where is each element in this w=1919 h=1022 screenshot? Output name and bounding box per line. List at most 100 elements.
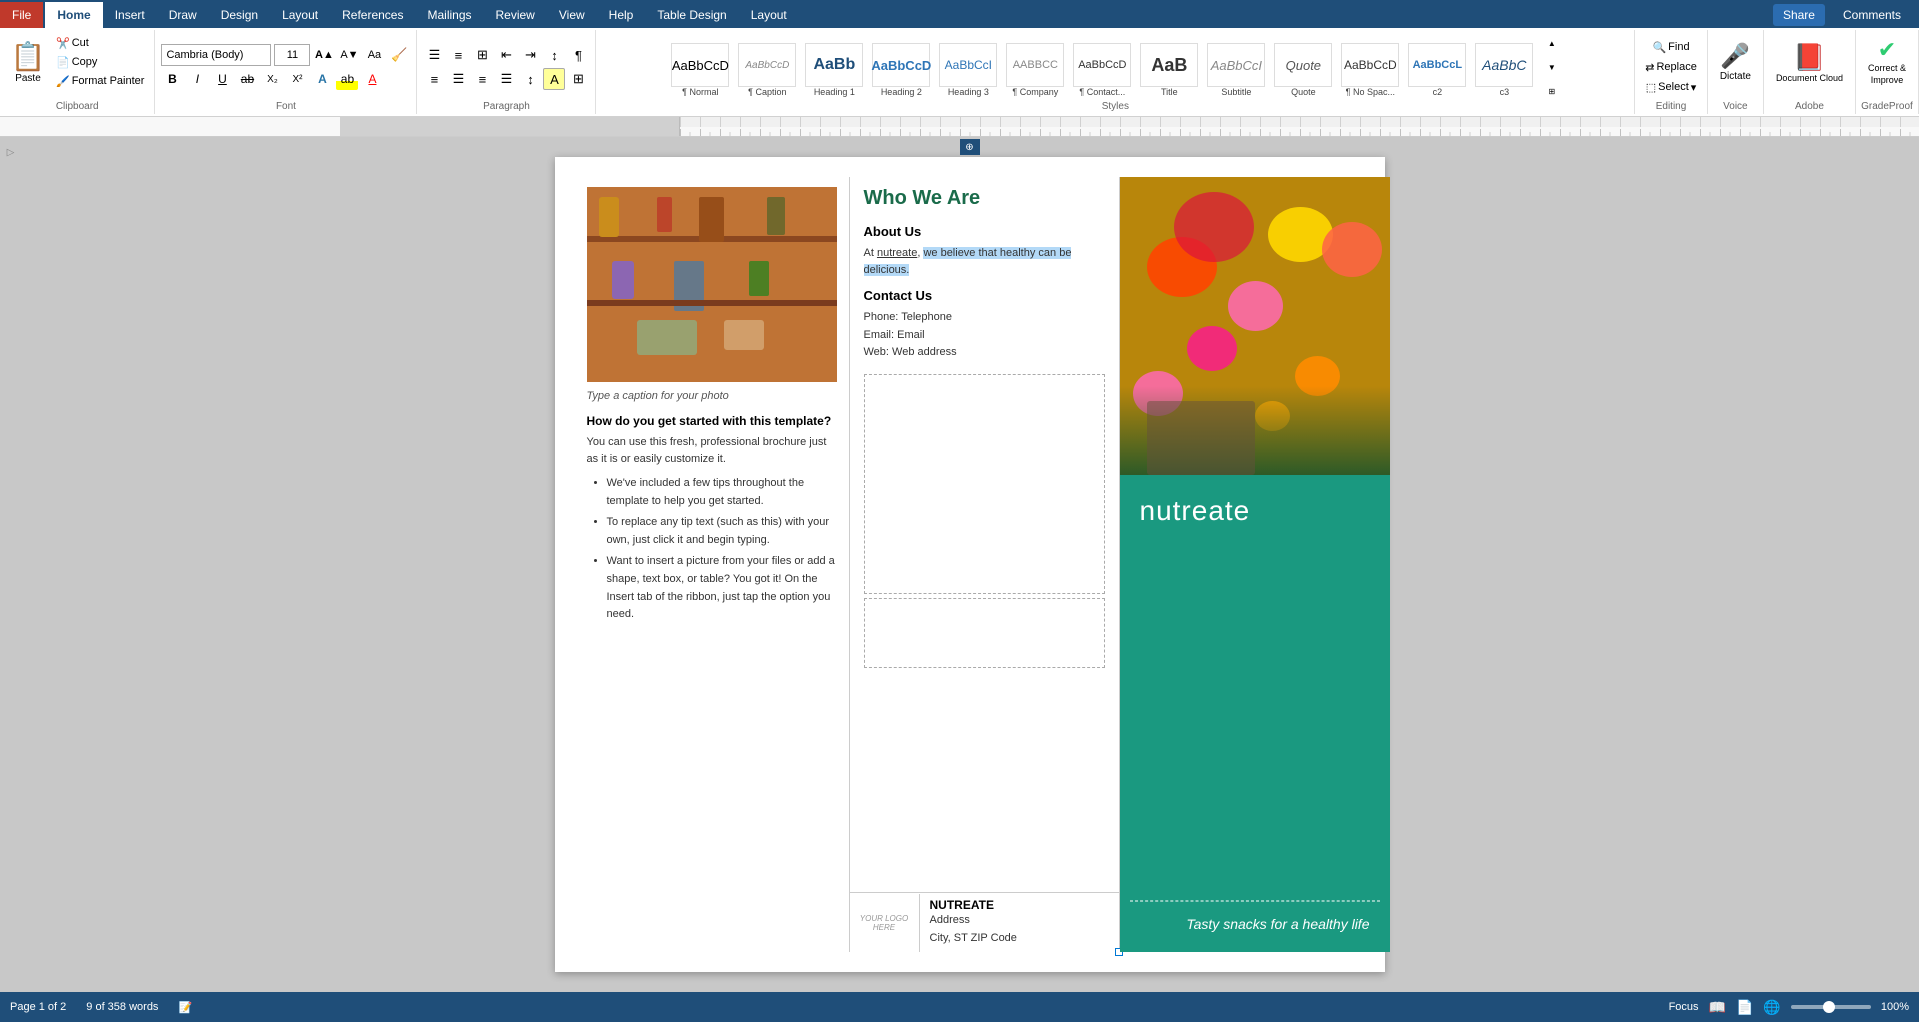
tab-help[interactable]: Help xyxy=(597,2,646,28)
photo-placeholder[interactable] xyxy=(587,187,837,382)
dictate-button[interactable]: 🎤 Dictate xyxy=(1714,32,1757,92)
bold-button[interactable]: B xyxy=(161,68,183,90)
align-right-button[interactable]: ≡ xyxy=(471,68,493,90)
tab-view[interactable]: View xyxy=(547,2,597,28)
style-caption[interactable]: AaBbCcD ¶ Caption xyxy=(735,34,800,100)
align-center-button[interactable]: ☰ xyxy=(447,68,469,90)
styles-scroll-down-button[interactable]: ▼ xyxy=(1541,56,1563,78)
style-heading1[interactable]: AaBb Heading 1 xyxy=(802,34,867,100)
font-size-decrease-button[interactable]: A▼ xyxy=(338,44,360,66)
contact-phone[interactable]: Phone: Telephone xyxy=(864,309,1105,327)
font-size-increase-button[interactable]: A▲ xyxy=(313,44,335,66)
style-c2[interactable]: AaBbCcL c2 xyxy=(1405,34,1470,100)
tab-file[interactable]: File xyxy=(0,2,43,28)
style-subtitle[interactable]: AaBbCcI Subtitle xyxy=(1204,34,1269,100)
superscript-button[interactable]: X² xyxy=(286,68,308,90)
tab-references[interactable]: References xyxy=(330,2,415,28)
borders-button[interactable]: ⊞ xyxy=(567,68,589,90)
replace-button[interactable]: ⇄ Replace xyxy=(1641,59,1701,76)
tab-review[interactable]: Review xyxy=(484,2,547,28)
style-c3[interactable]: AaBbC c3 xyxy=(1472,34,1537,100)
multilevel-list-button[interactable]: ⊞ xyxy=(471,44,493,66)
highlight-color-button[interactable]: ab xyxy=(336,68,358,90)
view-mode-print[interactable]: 📄 xyxy=(1736,999,1753,1016)
who-we-are-heading[interactable]: Who We Are xyxy=(864,187,1105,210)
tab-design[interactable]: Design xyxy=(209,2,270,28)
spell-check-icon[interactable]: 📝 xyxy=(178,1001,192,1014)
document-cloud-button[interactable]: 📕 Document Cloud xyxy=(1770,32,1849,92)
font-size-selector[interactable] xyxy=(274,44,310,66)
styles-scroll-up-button[interactable]: ▲ xyxy=(1541,32,1563,54)
zoom-slider[interactable] xyxy=(1791,1005,1871,1009)
sort-button[interactable]: ↕ xyxy=(543,44,565,66)
text-effects-button[interactable]: A xyxy=(311,68,333,90)
bullet-item-3[interactable]: Want to insert a picture from your files… xyxy=(607,553,837,623)
style-quote[interactable]: Quote Quote xyxy=(1271,34,1336,100)
correct-improve-button[interactable]: ✔ Correct & Improve xyxy=(1862,32,1912,92)
zoom-level[interactable]: 100% xyxy=(1881,1001,1909,1013)
comments-button[interactable]: Comments xyxy=(1835,4,1909,26)
justify-button[interactable]: ☰ xyxy=(495,68,517,90)
styles-more-button[interactable]: ⊞ xyxy=(1541,80,1563,102)
bullet-item-2[interactable]: To replace any tip text (such as this) w… xyxy=(607,514,837,549)
style-company[interactable]: AABBCC ¶ Company xyxy=(1003,34,1068,100)
tab-draw[interactable]: Draw xyxy=(157,2,209,28)
photo-caption[interactable]: Type a caption for your photo xyxy=(587,390,837,402)
tab-layout[interactable]: Layout xyxy=(270,2,330,28)
brand-tagline[interactable]: Tasty snacks for a healthy life xyxy=(1140,916,1370,932)
line-spacing-button[interactable]: ↕ xyxy=(519,68,541,90)
decrease-indent-button[interactable]: ⇤ xyxy=(495,44,517,66)
strikethrough-button[interactable]: ab xyxy=(236,68,258,90)
find-button[interactable]: 🔍 Find xyxy=(1648,39,1693,56)
font-color-button[interactable]: A xyxy=(361,68,383,90)
align-left-button[interactable]: ≡ xyxy=(423,68,445,90)
template-question[interactable]: How do you get started with this templat… xyxy=(587,414,837,428)
tab-insert[interactable]: Insert xyxy=(103,2,157,28)
show-formatting-button[interactable]: ¶ xyxy=(567,44,589,66)
select-button[interactable]: ⬚ Select ▾ xyxy=(1642,79,1701,96)
underline-button[interactable]: U xyxy=(211,68,233,90)
focus-button[interactable]: Focus xyxy=(1669,1001,1699,1013)
bullets-button[interactable]: ☰ xyxy=(423,44,445,66)
numbering-button[interactable]: ≡ xyxy=(447,44,469,66)
style-title[interactable]: AaB Title xyxy=(1137,34,1202,100)
bullet-item-1[interactable]: We've included a few tips throughout the… xyxy=(607,475,837,510)
cut-icon: ✂️ xyxy=(56,37,70,50)
format-painter-button[interactable]: 🖌️ Format Painter xyxy=(52,73,148,90)
about-us-heading[interactable]: About Us xyxy=(864,224,1105,239)
contact-web[interactable]: Web: Web address xyxy=(864,344,1105,362)
tab-mailings[interactable]: Mailings xyxy=(415,2,483,28)
font-family-selector[interactable] xyxy=(161,44,271,66)
style-heading3[interactable]: AaBbCcI Heading 3 xyxy=(936,34,1001,100)
increase-indent-button[interactable]: ⇥ xyxy=(519,44,541,66)
paste-button[interactable]: 📋 Paste xyxy=(6,32,50,92)
style-nospace[interactable]: AaBbCcD ¶ No Spac... xyxy=(1338,34,1403,100)
view-mode-web[interactable]: 🌐 xyxy=(1763,999,1780,1016)
view-mode-read[interactable]: 📖 xyxy=(1709,999,1726,1016)
change-case-button[interactable]: Aa xyxy=(363,44,385,66)
tab-layout2[interactable]: Layout xyxy=(739,2,799,28)
clear-formatting-button[interactable]: 🧹 xyxy=(388,44,410,66)
style-heading2[interactable]: AaBbCcD Heading 2 xyxy=(869,34,934,100)
copy-icon: 📄 xyxy=(56,56,70,69)
address-box[interactable]: NUTREATE Address City, ST ZIP Code xyxy=(920,892,1027,953)
style-normal[interactable]: AaBbCcD ¶ Normal xyxy=(668,34,733,100)
document-container[interactable]: ⊕ xyxy=(20,137,1919,992)
move-handle[interactable]: ⊕ xyxy=(960,139,980,155)
copy-button[interactable]: 📄 Copy xyxy=(52,54,148,71)
share-button[interactable]: Share xyxy=(1773,4,1825,26)
logo-placeholder[interactable]: YOUR LOGO HERE xyxy=(850,894,920,952)
contact-email[interactable]: Email: Email xyxy=(864,327,1105,345)
style-contact[interactable]: AaBbCcD ¶ Contact... xyxy=(1070,34,1135,100)
subscript-button[interactable]: X₂ xyxy=(261,68,283,90)
contact-us-heading[interactable]: Contact Us xyxy=(864,288,1105,303)
about-us-text[interactable]: At nutreate, we believe that healthy can… xyxy=(864,245,1105,278)
brand-name[interactable]: nutreate xyxy=(1140,495,1251,527)
tab-home[interactable]: Home xyxy=(45,2,102,28)
tab-tabledesign[interactable]: Table Design xyxy=(645,2,738,28)
flower-photo[interactable] xyxy=(1120,177,1390,475)
italic-button[interactable]: I xyxy=(186,68,208,90)
cut-button[interactable]: ✂️ Cut xyxy=(52,35,148,52)
shading-button[interactable]: A xyxy=(543,68,565,90)
template-body[interactable]: You can use this fresh, professional bro… xyxy=(587,434,837,467)
